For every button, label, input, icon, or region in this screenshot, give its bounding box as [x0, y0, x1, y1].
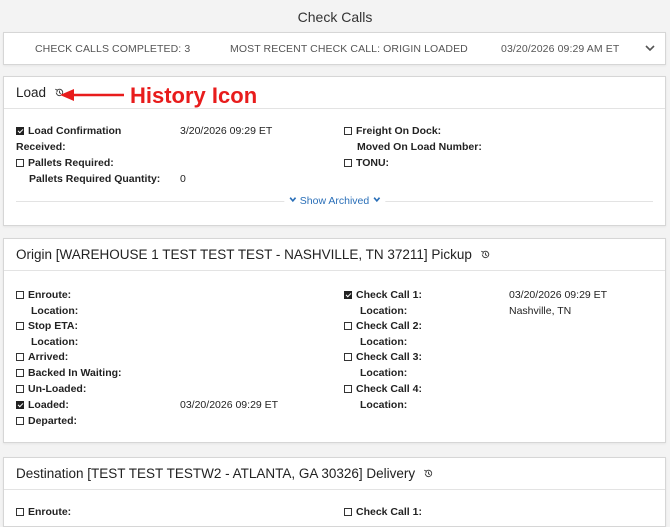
- page-title: Check Calls: [297, 9, 373, 25]
- enroute-location-label: Location:: [31, 305, 79, 317]
- loaded-field[interactable]: Loaded:: [16, 399, 69, 411]
- checkbox[interactable]: [16, 369, 24, 377]
- checkbox[interactable]: [344, 322, 352, 330]
- checkbox[interactable]: [344, 385, 352, 393]
- checkbox[interactable]: [16, 291, 24, 299]
- load-confirmation-field[interactable]: Load Confirmation: [16, 125, 121, 137]
- check-call-2-location-label: Location:: [360, 336, 408, 348]
- checkbox[interactable]: [16, 127, 24, 135]
- checkbox[interactable]: [16, 353, 24, 361]
- pallets-required-field[interactable]: Pallets Required:: [16, 157, 114, 169]
- moved-on-load-number-label: Moved On Load Number:: [357, 141, 482, 153]
- check-call-3-field[interactable]: Check Call 3:: [344, 351, 422, 363]
- checkbox[interactable]: [16, 159, 24, 167]
- checkbox[interactable]: [16, 417, 24, 425]
- check-call-1-field[interactable]: Check Call 1:: [344, 289, 422, 301]
- history-icon[interactable]: [480, 249, 491, 260]
- checkbox[interactable]: [16, 508, 24, 516]
- pallets-required-quantity-label: Pallets Required Quantity:: [29, 173, 161, 185]
- origin-card-title: Origin [WAREHOUSE 1 TEST TEST TEST - NAS…: [16, 247, 472, 262]
- origin-card-header: Origin [WAREHOUSE 1 TEST TEST TEST - NAS…: [4, 239, 665, 271]
- check-call-2-field[interactable]: Check Call 2:: [344, 320, 422, 332]
- load-card-title: Load: [16, 85, 47, 100]
- check-call-4-location-label: Location:: [360, 399, 408, 411]
- loaded-value: 03/20/2026 09:29 ET: [180, 399, 279, 411]
- departed-field[interactable]: Departed:: [16, 415, 77, 427]
- destination-card-header: Destination [TEST TEST TESTW2 - ATLANTA,…: [4, 458, 665, 490]
- most-recent-timestamp: 03/20/2026 09:29 AM ET: [501, 43, 620, 55]
- stop-eta-location-label: Location:: [31, 336, 79, 348]
- check-calls-completed: CHECK CALLS COMPLETED: 3: [35, 43, 191, 55]
- checkbox[interactable]: [16, 385, 24, 393]
- un-loaded-field[interactable]: Un-Loaded:: [16, 383, 86, 395]
- check-call-1-location-label: Location:: [360, 305, 408, 317]
- check-call-1-location-value: Nashville, TN: [509, 305, 572, 317]
- enroute-field[interactable]: Enroute:: [16, 289, 71, 301]
- check-calls-summary-bar[interactable]: CHECK CALLS COMPLETED: 3 MOST RECENT CHE…: [3, 32, 666, 65]
- checkbox[interactable]: [344, 508, 352, 516]
- stop-eta-field[interactable]: Stop ETA:: [16, 320, 78, 332]
- most-recent-check-call: MOST RECENT CHECK CALL: ORIGIN LOADED: [230, 43, 468, 55]
- arrived-field[interactable]: Arrived:: [16, 351, 68, 363]
- tonu-field[interactable]: TONU:: [344, 157, 389, 169]
- checkbox[interactable]: [16, 401, 24, 409]
- checkbox[interactable]: [344, 353, 352, 361]
- chevron-down-icon[interactable]: [643, 41, 657, 55]
- checkbox[interactable]: [16, 322, 24, 330]
- check-call-3-location-label: Location:: [360, 367, 408, 379]
- freight-on-dock-field[interactable]: Freight On Dock:: [344, 125, 441, 137]
- destination-enroute-field[interactable]: Enroute:: [16, 506, 71, 518]
- history-icon[interactable]: [423, 468, 434, 479]
- show-archived-link[interactable]: Show Archived: [283, 195, 386, 207]
- checkbox[interactable]: [344, 159, 352, 167]
- backed-in-waiting-field[interactable]: Backed In Waiting:: [16, 367, 122, 379]
- chevron-down-icon: [373, 197, 380, 203]
- annotation-label: History Icon: [130, 83, 258, 108]
- load-confirmation-received-label: Received:: [16, 141, 66, 153]
- checkbox[interactable]: [344, 291, 352, 299]
- annotation-arrow: [60, 89, 124, 101]
- check-call-4-field[interactable]: Check Call 4:: [344, 383, 422, 395]
- chevron-down-icon: [289, 197, 296, 203]
- destination-check-call-1-field[interactable]: Check Call 1:: [344, 506, 422, 518]
- check-call-1-value: 03/20/2026 09:29 ET: [509, 289, 608, 301]
- origin-card: Origin [WAREHOUSE 1 TEST TEST TEST - NAS…: [3, 238, 666, 443]
- load-confirmation-value: 3/20/2026 09:29 ET: [180, 125, 273, 137]
- destination-card: Destination [TEST TEST TESTW2 - ATLANTA,…: [3, 457, 666, 527]
- pallets-required-quantity-value: 0: [180, 173, 186, 185]
- checkbox[interactable]: [344, 127, 352, 135]
- destination-card-title: Destination [TEST TEST TESTW2 - ATLANTA,…: [16, 466, 416, 481]
